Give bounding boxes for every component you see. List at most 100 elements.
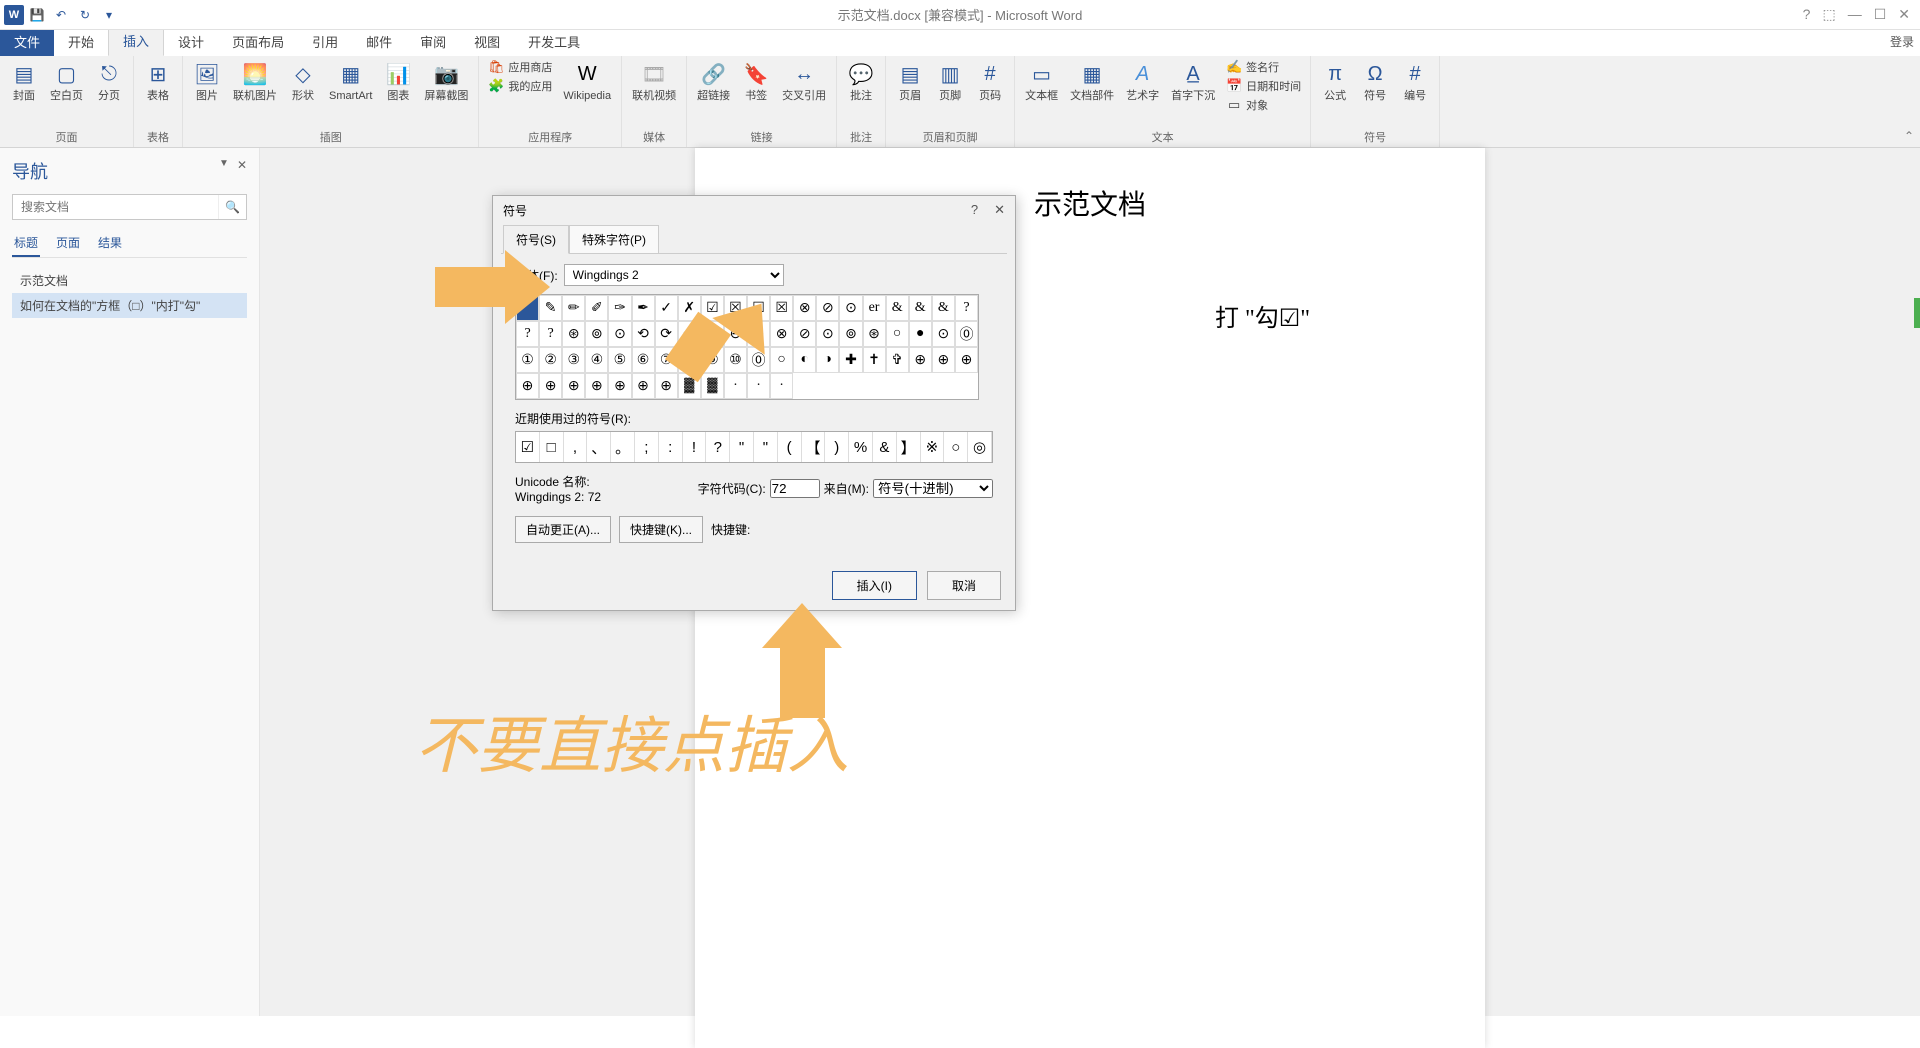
nav-item[interactable]: 示范文档 xyxy=(12,268,247,293)
screenshot-button[interactable]: 📷屏幕截图 xyxy=(420,58,472,104)
symbol-cell[interactable]: ✒ xyxy=(632,295,655,321)
footer-button[interactable]: ▥页脚 xyxy=(932,58,968,104)
symbol-cell[interactable]: & xyxy=(886,295,909,321)
picture-button[interactable]: 🖼图片 xyxy=(189,58,225,104)
online-pictures-button[interactable]: 🌅联机图片 xyxy=(229,58,281,104)
dialog-close-icon[interactable]: ✕ xyxy=(994,202,1005,219)
collapse-ribbon-icon[interactable]: ⌃ xyxy=(1904,129,1914,143)
nav-pin-icon[interactable]: ▼ xyxy=(219,158,229,169)
recent-symbol-cell[interactable]: & xyxy=(873,432,897,462)
maximize-icon[interactable]: ☐ xyxy=(1874,6,1887,23)
my-apps-button[interactable]: 🧩我的应用 xyxy=(485,77,555,95)
symbol-cell[interactable]: ② xyxy=(539,347,562,373)
tab-devtools[interactable]: 开发工具 xyxy=(514,27,594,56)
recent-symbol-cell[interactable]: □ xyxy=(540,432,564,462)
symbol-cell[interactable]: ⓪ xyxy=(955,321,978,347)
recent-symbol-cell[interactable]: ☑ xyxy=(516,432,540,462)
chart-button[interactable]: 📊图表 xyxy=(380,58,416,104)
autocorrect-button[interactable]: 自动更正(A)... xyxy=(515,516,611,543)
recent-symbol-cell[interactable]: ! xyxy=(683,432,707,462)
symbol-cell[interactable]: ④ xyxy=(585,347,608,373)
symbol-cell[interactable]: ⑩ xyxy=(724,347,747,373)
tab-file[interactable]: 文件 xyxy=(0,27,54,56)
cancel-button[interactable]: 取消 xyxy=(927,571,1001,600)
recent-symbol-cell[interactable]: 【 xyxy=(802,432,826,462)
symbol-cell[interactable]: ● xyxy=(909,321,932,347)
wordart-button[interactable]: A艺术字 xyxy=(1122,58,1163,104)
insert-button[interactable]: 插入(I) xyxy=(832,571,917,600)
symbol-cell[interactable]: ⊙ xyxy=(816,321,839,347)
recent-symbol-cell[interactable]: ) xyxy=(825,432,849,462)
online-video-button[interactable]: 🎞联机视频 xyxy=(628,58,680,104)
quick-parts-button[interactable]: ▦文档部件 xyxy=(1066,58,1118,104)
customize-qa-icon[interactable]: ▾ xyxy=(98,4,120,26)
nav-close-icon[interactable]: ✕ xyxy=(237,158,247,172)
recent-symbol-cell[interactable]: ; xyxy=(635,432,659,462)
symbol-cell[interactable]: · xyxy=(770,373,793,399)
symbol-cell[interactable]: ⊕ xyxy=(562,373,585,399)
recent-symbol-cell[interactable]: 、 xyxy=(587,432,611,462)
login-link[interactable]: 登录 xyxy=(1890,33,1914,50)
signature-line-button[interactable]: ✍签名行 xyxy=(1223,58,1304,76)
equation-button[interactable]: π公式 xyxy=(1317,58,1353,104)
recent-symbol-cell[interactable]: 。 xyxy=(611,432,635,462)
wikipedia-button[interactable]: WWikipedia xyxy=(559,58,615,104)
dropcap-button[interactable]: A̲首字下沉 xyxy=(1167,58,1219,104)
symbol-cell[interactable]: & xyxy=(909,295,932,321)
tab-home[interactable]: 开始 xyxy=(54,27,108,56)
page-break-button[interactable]: ⎋分页 xyxy=(91,58,127,104)
symbol-cell[interactable]: ○ xyxy=(886,321,909,347)
nav-item[interactable]: 如何在文档的"方框（□）"内打"勾" xyxy=(12,293,247,318)
symbol-cell[interactable]: ✏ xyxy=(562,295,585,321)
recent-symbol-cell[interactable]: ※ xyxy=(921,432,945,462)
tab-references[interactable]: 引用 xyxy=(298,27,352,56)
ribbon-display-icon[interactable]: ⬚ xyxy=(1822,6,1835,23)
symbol-cell[interactable]: ⑥ xyxy=(632,347,655,373)
symbol-cell[interactable]: ⊛ xyxy=(863,321,886,347)
symbol-cell[interactable]: ⊕ xyxy=(932,347,955,373)
symbol-cell[interactable]: ⟲ xyxy=(632,321,655,347)
symbol-cell[interactable]: ⊘ xyxy=(816,295,839,321)
symbol-cell[interactable]: ? xyxy=(539,321,562,347)
date-time-button[interactable]: 📅日期和时间 xyxy=(1223,77,1304,95)
symbol-cell[interactable]: ⊕ xyxy=(516,373,539,399)
page-number-button[interactable]: #页码 xyxy=(972,58,1008,104)
symbol-cell[interactable]: ⊚ xyxy=(585,321,608,347)
minimize-icon[interactable]: — xyxy=(1848,6,1862,23)
help-icon[interactable]: ? xyxy=(1803,6,1811,23)
recent-symbol-cell[interactable]: ◎ xyxy=(968,432,992,462)
symbol-cell[interactable]: ⑤ xyxy=(608,347,631,373)
dialog-tab-special[interactable]: 特殊字符(P) xyxy=(569,225,659,254)
tab-mailings[interactable]: 邮件 xyxy=(352,27,406,56)
recent-symbol-cell[interactable]: " xyxy=(754,432,778,462)
nav-search-input[interactable] xyxy=(13,195,218,219)
tab-view[interactable]: 视图 xyxy=(460,27,514,56)
scroll-indicator[interactable] xyxy=(1914,298,1920,328)
recent-symbol-cell[interactable]: ○ xyxy=(944,432,968,462)
symbol-cell[interactable]: ⊕ xyxy=(955,347,978,373)
recent-symbol-cell[interactable]: % xyxy=(849,432,873,462)
symbol-cell[interactable]: ① xyxy=(516,347,539,373)
cross-reference-button[interactable]: ↔交叉引用 xyxy=(778,58,830,104)
header-button[interactable]: ▤页眉 xyxy=(892,58,928,104)
symbol-cell[interactable]: ⊗ xyxy=(793,295,816,321)
recent-symbol-cell[interactable]: ( xyxy=(778,432,802,462)
symbol-cell[interactable]: ✐ xyxy=(585,295,608,321)
symbol-cell[interactable]: ✚ xyxy=(839,347,862,373)
symbol-cell[interactable]: ? xyxy=(955,295,978,321)
symbol-cell[interactable]: ◐ xyxy=(793,347,816,373)
recent-symbol-cell[interactable]: 】 xyxy=(897,432,921,462)
symbol-cell[interactable]: ③ xyxy=(562,347,585,373)
symbol-cell[interactable]: ⟳ xyxy=(655,321,678,347)
undo-icon[interactable]: ↶ xyxy=(50,4,72,26)
dialog-help-icon[interactable]: ? xyxy=(971,202,978,219)
redo-icon[interactable]: ↻ xyxy=(74,4,96,26)
symbol-cell[interactable]: ⊙ xyxy=(839,295,862,321)
object-button[interactable]: ▭对象 xyxy=(1223,96,1304,114)
symbol-button[interactable]: Ω符号 xyxy=(1357,58,1393,104)
symbol-cell[interactable]: ✞ xyxy=(886,347,909,373)
bookmark-button[interactable]: 🔖书签 xyxy=(738,58,774,104)
tab-layout[interactable]: 页面布局 xyxy=(218,27,298,56)
symbol-cell[interactable]: ▓ xyxy=(701,373,724,399)
symbol-cell[interactable]: ◑ xyxy=(816,347,839,373)
